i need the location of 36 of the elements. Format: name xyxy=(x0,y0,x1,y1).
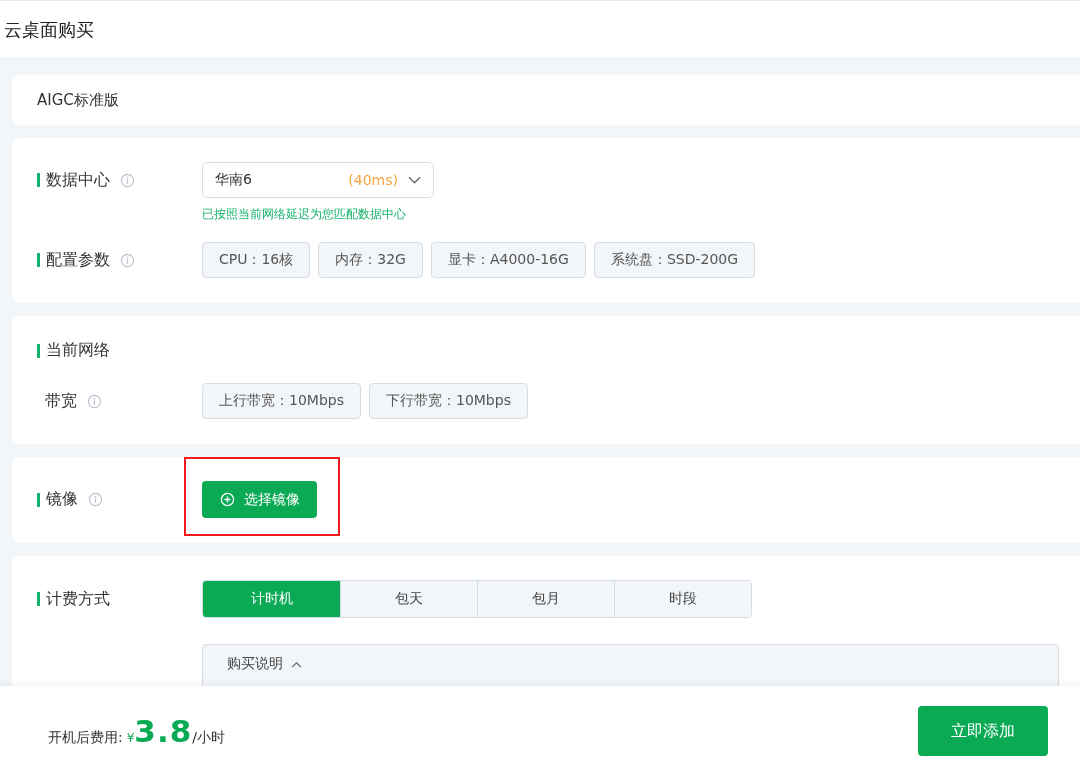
notes-toggle[interactable]: 购买说明 xyxy=(227,655,302,673)
spec-tag: 系统盘：SSD-200G xyxy=(593,242,756,278)
billing-tab[interactable]: 包天 xyxy=(340,581,477,617)
spec-tag: 内存：32G xyxy=(318,242,423,278)
accent-bar xyxy=(37,173,40,187)
info-icon[interactable] xyxy=(120,172,135,188)
accent-bar xyxy=(37,592,40,606)
currency-sign: ¥ xyxy=(126,731,135,745)
price: 3.8 xyxy=(134,713,193,749)
spec-tag: CPU：16核 xyxy=(202,242,311,278)
field-label: 配置参数 xyxy=(46,249,110,271)
accent-bar xyxy=(37,343,40,358)
accent-bar xyxy=(37,492,40,507)
field-label: 数据中心 xyxy=(46,169,110,191)
datacenter-select[interactable]: 华南6 (40ms) xyxy=(202,162,434,198)
accent-bar xyxy=(37,253,40,267)
billing-tab[interactable]: 包月 xyxy=(477,581,614,617)
section-title: 当前网络 xyxy=(46,340,110,361)
bandwidth-tag: 上行带宽：10Mbps xyxy=(202,383,361,419)
spec-tag: 显卡：A4000-16G xyxy=(430,242,586,278)
field-label: 带宽 xyxy=(45,390,77,412)
plus-circle-icon xyxy=(220,492,235,507)
info-icon[interactable] xyxy=(87,393,102,409)
plan-name: AIGC标准版 xyxy=(37,90,119,110)
page-title: 云桌面购买 xyxy=(4,17,94,42)
hint-text: 已按照当前网络延迟为您匹配数据中心 xyxy=(202,207,407,222)
info-icon[interactable] xyxy=(88,492,103,507)
info-icon[interactable] xyxy=(120,252,135,268)
bandwidth-tag: 下行带宽：10Mbps xyxy=(368,383,528,419)
field-label: 镜像 xyxy=(46,489,78,510)
chevron-down-icon xyxy=(408,176,421,184)
price-unit: /小时 xyxy=(192,729,225,747)
billing-tab[interactable]: 时段 xyxy=(614,581,751,617)
field-label: 计费方式 xyxy=(46,588,110,610)
chevron-icon xyxy=(291,660,302,668)
fee-label: 开机后费用: xyxy=(48,729,123,747)
